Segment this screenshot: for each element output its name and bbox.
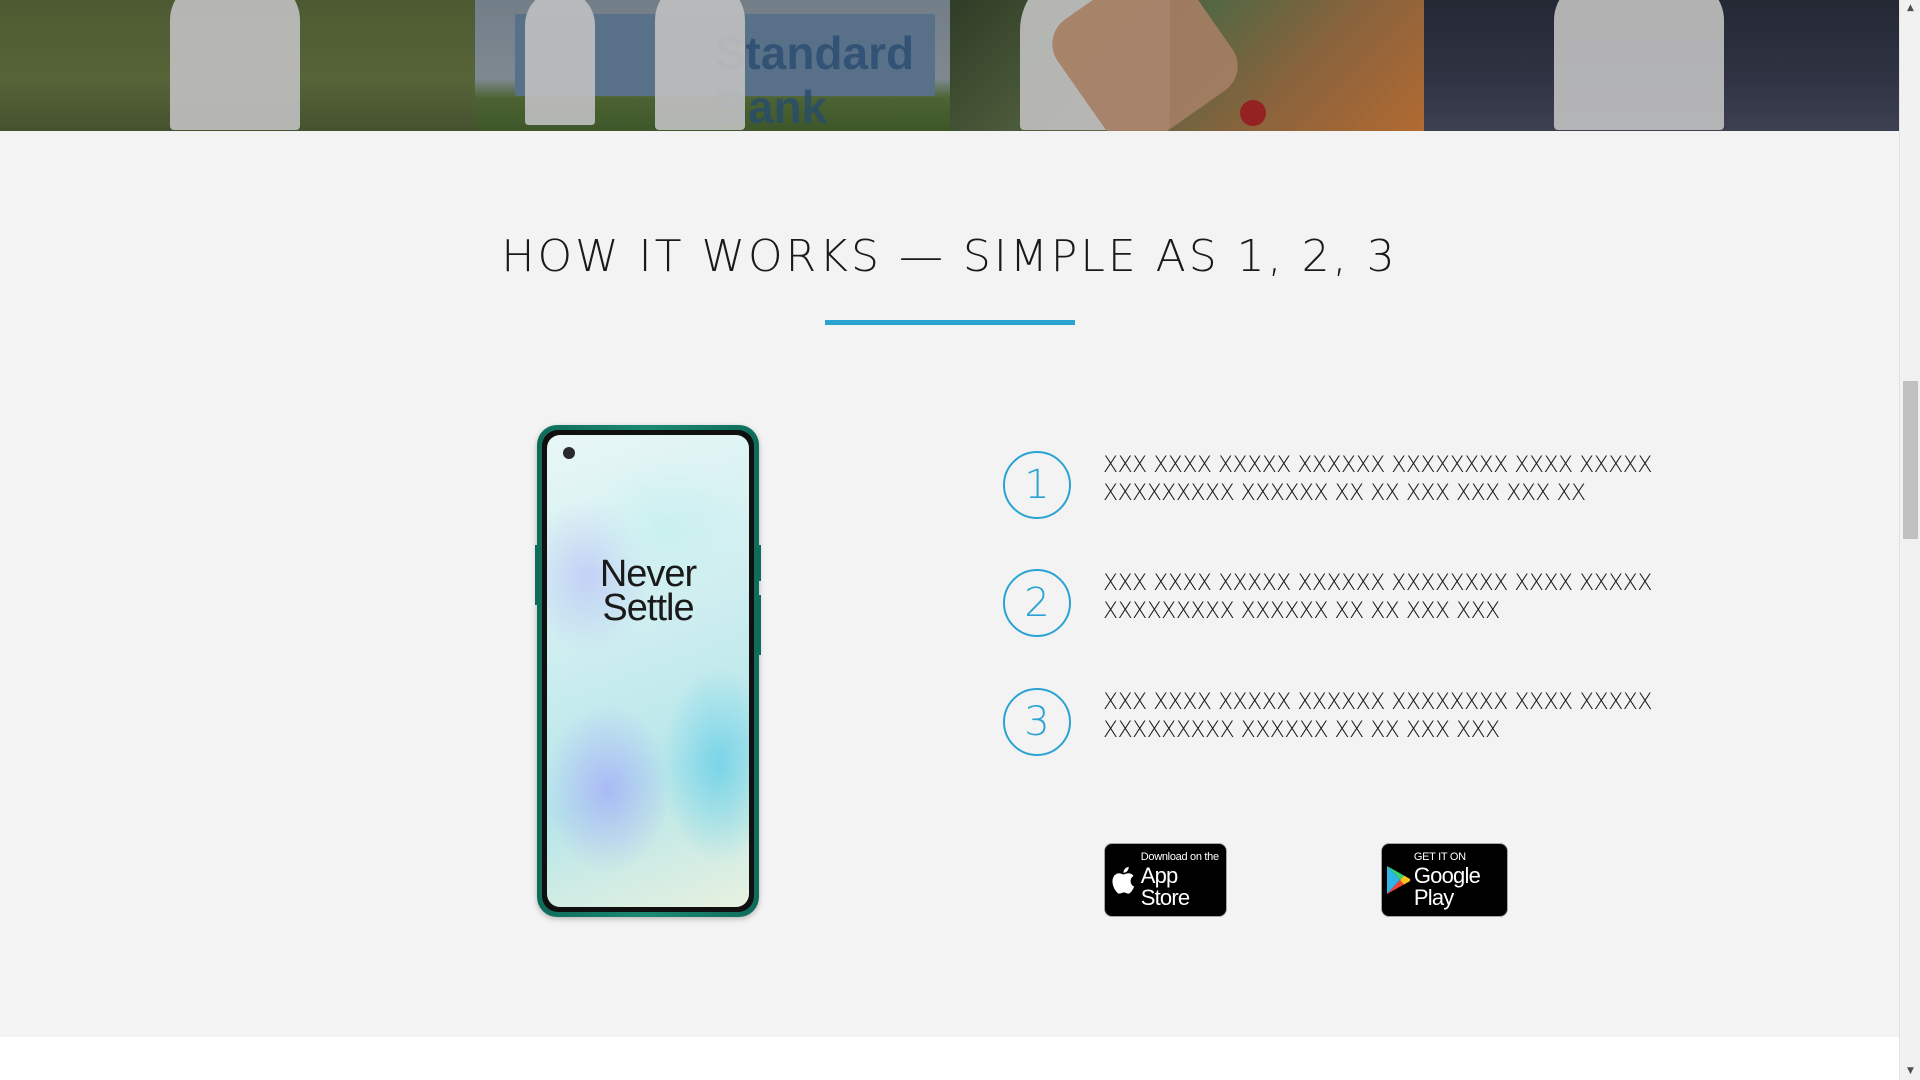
camera-icon bbox=[563, 447, 575, 459]
step-3: 3 XXX XXXX XXXXX XXXXXX XXXXXXXX XXXX XX… bbox=[1003, 688, 1903, 758]
title-underline bbox=[825, 320, 1075, 325]
step-text: XXX XXXX XXXXX XXXXXX XXXXXXXX XXXX XXXX… bbox=[1103, 571, 1652, 624]
next-section bbox=[0, 1037, 1899, 1080]
scroll-thumb[interactable] bbox=[1903, 381, 1918, 539]
app-store-button[interactable]: Download on the App Store bbox=[1104, 843, 1227, 917]
cricket-photo-3 bbox=[949, 0, 1425, 131]
step-1: 1 XXX XXXX XXXXX XXXXXX XXXXXXXX XXXX XX… bbox=[1003, 451, 1903, 521]
phone-screen: Never Settle bbox=[547, 435, 749, 907]
google-play-icon bbox=[1382, 865, 1414, 895]
how-it-works-section: HOW IT WORKS — SIMPLE AS 1, 2, 3 Never S… bbox=[0, 131, 1899, 1037]
google-play-button[interactable]: GET IT ON Google Play bbox=[1381, 843, 1508, 917]
badge-small-text: GET IT ON bbox=[1413, 850, 1466, 863]
phone-slogan: Never Settle bbox=[599, 553, 697, 629]
step-number-circle: 1 bbox=[1003, 451, 1071, 519]
page-scrollbar[interactable]: ▲ ▼ bbox=[1899, 0, 1920, 1080]
photo-strip: Standard Bank bbox=[0, 0, 1899, 131]
apple-icon bbox=[1105, 865, 1141, 895]
cricket-photo-4 bbox=[1424, 0, 1899, 131]
badge-big-text: Google Play bbox=[1413, 862, 1481, 910]
step-2: 2 XXX XXXX XXXXX XXXXXX XXXXXXXX XXXX XX… bbox=[1003, 569, 1903, 639]
section-title: HOW IT WORKS — SIMPLE AS 1, 2, 3 bbox=[501, 231, 1398, 282]
cricket-photo-1 bbox=[0, 0, 475, 131]
step-number-circle: 2 bbox=[1003, 569, 1071, 637]
step-text: XXX XXXX XXXXX XXXXXX XXXXXXXX XXXX XXXX… bbox=[1103, 690, 1652, 743]
badge-small-text: Download on the bbox=[1140, 850, 1219, 863]
scroll-down-arrow-icon[interactable]: ▼ bbox=[1900, 1063, 1920, 1080]
badge-big-text: App Store bbox=[1140, 862, 1190, 910]
step-text: XXX XXXX XXXXX XXXXXX XXXXXXXX XXXX XXXX… bbox=[1103, 453, 1652, 506]
banner-text: Standard Bank bbox=[714, 27, 915, 131]
scroll-up-arrow-icon[interactable]: ▲ bbox=[1900, 0, 1920, 17]
phone-image: Never Settle bbox=[535, 425, 761, 917]
step-number-circle: 3 bbox=[1003, 688, 1071, 756]
cricket-photo-2: Standard Bank bbox=[474, 0, 950, 131]
